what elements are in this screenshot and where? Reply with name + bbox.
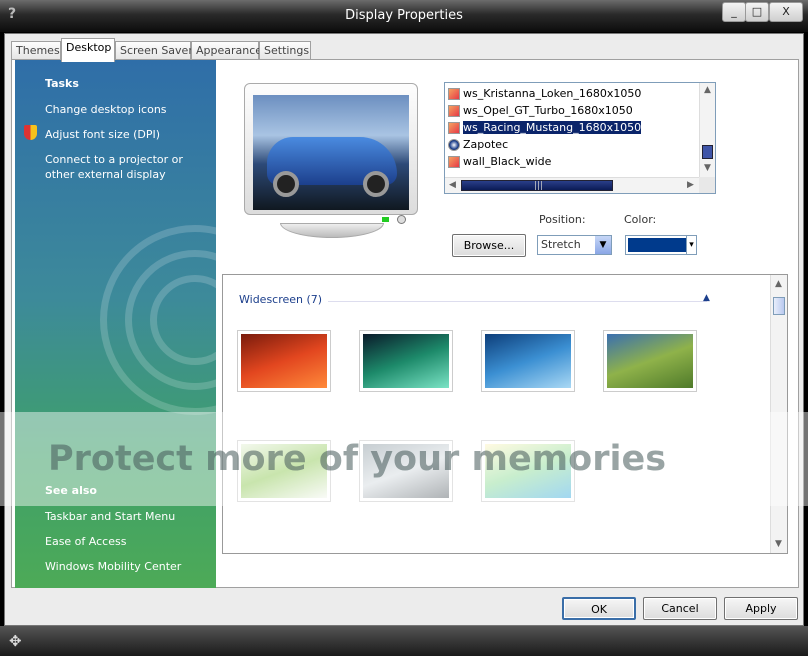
close-icon: X <box>782 5 790 18</box>
thumbnail-image <box>485 444 571 498</box>
desktop-panel: Tasks Change desktop icons Adjust font s… <box>11 59 799 588</box>
power-knob <box>397 215 406 224</box>
thumbnail-image <box>607 334 693 388</box>
maximize-icon: □ <box>751 5 763 18</box>
adjust-font-size-link[interactable]: Adjust font size (DPI) <box>45 127 215 142</box>
help-button[interactable]: _ <box>722 2 746 22</box>
status-bar: ✥ <box>0 626 808 656</box>
wallpaper-gallery: Widescreen (7) ▲ ▲ ▼ <box>222 274 788 554</box>
image-icon <box>448 87 460 100</box>
shield-icon <box>24 125 37 140</box>
theme-icon <box>448 138 460 151</box>
scroll-right-icon[interactable]: ▶ <box>683 178 698 193</box>
desktop-preview-image <box>253 95 409 210</box>
scroll-up-icon[interactable]: ▲ <box>771 277 786 292</box>
list-horizontal-scrollbar[interactable]: ◀ ||| ▶ <box>445 177 699 193</box>
title-bar: ? Display Properties _ □ X <box>0 0 808 33</box>
list-item-label: wall_Black_wide <box>463 155 552 168</box>
tab-screen-saver[interactable]: Screen Saver <box>115 41 193 61</box>
list-item[interactable]: ws_Opel_GT_Turbo_1680x1050 <box>448 103 633 118</box>
close-button[interactable]: X <box>769 2 803 22</box>
list-item-selected[interactable]: ws_Racing_Mustang_1680x1050 <box>448 120 643 135</box>
scroll-thumb[interactable]: ||| <box>461 180 613 191</box>
apply-button[interactable]: Apply <box>724 597 798 620</box>
task-sidebar: Tasks Change desktop icons Adjust font s… <box>15 60 216 588</box>
chevron-down-icon[interactable]: ▼ <box>595 236 611 254</box>
move-icon[interactable]: ✥ <box>9 632 22 650</box>
browse-button[interactable]: Browse... <box>452 234 526 257</box>
wallpaper-thumbnail[interactable] <box>237 330 331 392</box>
tab-themes[interactable]: Themes <box>11 41 61 61</box>
image-icon <box>448 104 460 117</box>
tab-appearance[interactable]: Appearance <box>191 41 262 61</box>
list-item-label: Zapotec <box>463 138 509 151</box>
monitor-preview <box>244 83 418 238</box>
wheel-shape <box>273 171 299 197</box>
wallpaper-thumbnail[interactable] <box>481 440 575 502</box>
thumbnail-image <box>241 444 327 498</box>
tab-desktop[interactable]: Desktop <box>61 38 115 62</box>
tab-settings[interactable]: Settings <box>259 41 311 61</box>
color-label: Color: <box>624 213 657 226</box>
scroll-left-icon[interactable]: ◀ <box>445 178 460 193</box>
image-icon <box>448 121 460 134</box>
taskbar-start-menu-link[interactable]: Taskbar and Start Menu <box>45 509 215 524</box>
wallpaper-thumbnail[interactable] <box>603 330 697 392</box>
wheel-shape <box>363 171 389 197</box>
cancel-button[interactable]: Cancel <box>643 597 717 620</box>
see-also-heading: See also <box>45 484 97 497</box>
position-value: Stretch <box>541 238 581 251</box>
ok-button[interactable]: OK <box>562 597 636 620</box>
maximize-button[interactable]: □ <box>745 2 769 22</box>
window-title: Display Properties <box>345 8 463 23</box>
chevron-down-icon[interactable]: ▾ <box>686 236 696 254</box>
list-item[interactable]: ws_Kristanna_Loken_1680x1050 <box>448 86 641 101</box>
scroll-down-icon[interactable]: ▼ <box>771 537 786 552</box>
list-item-label: ws_Racing_Mustang_1680x1050 <box>461 120 643 135</box>
wallpaper-thumbnail[interactable] <box>359 330 453 392</box>
minimize-icon: _ <box>731 5 737 18</box>
color-picker[interactable]: ▾ <box>625 235 697 255</box>
position-label: Position: <box>539 213 586 226</box>
position-dropdown[interactable]: Stretch ▼ <box>537 235 612 255</box>
scroll-thumb[interactable] <box>773 297 785 315</box>
thumbnail-image <box>241 334 327 388</box>
thumbnail-image <box>363 334 449 388</box>
collapse-icon[interactable]: ▲ <box>703 293 710 303</box>
gallery-scrollbar[interactable]: ▲ ▼ <box>770 275 787 553</box>
group-divider <box>328 301 707 302</box>
grip-icon: ||| <box>534 181 544 191</box>
scroll-down-icon[interactable]: ▼ <box>700 161 715 176</box>
thumbnail-image <box>485 334 571 388</box>
list-item[interactable]: Zapotec <box>448 137 508 152</box>
ease-of-access-link[interactable]: Ease of Access <box>45 534 215 549</box>
change-desktop-icons-link[interactable]: Change desktop icons <box>45 102 215 117</box>
group-header[interactable]: Widescreen (7) <box>239 293 322 306</box>
scroll-up-icon[interactable]: ▲ <box>700 83 715 98</box>
thumbnail-image <box>363 444 449 498</box>
dialog-body: Themes Desktop Screen Saver Appearance S… <box>4 33 804 626</box>
monitor-frame <box>244 83 418 224</box>
mobility-center-link[interactable]: Windows Mobility Center <box>45 559 215 574</box>
power-led <box>382 217 389 222</box>
list-item[interactable]: wall_Black_wide <box>448 154 551 169</box>
list-item-label: ws_Opel_GT_Turbo_1680x1050 <box>463 104 633 117</box>
color-swatch <box>628 238 686 252</box>
wallpaper-thumbnail[interactable] <box>359 440 453 502</box>
tasks-heading: Tasks <box>45 77 79 90</box>
background-list[interactable]: ws_Kristanna_Loken_1680x1050 ws_Opel_GT_… <box>444 82 716 194</box>
connect-projector-link[interactable]: Connect to a projector or other external… <box>45 152 215 182</box>
image-icon <box>448 155 460 168</box>
wallpaper-thumbnail[interactable] <box>237 440 331 502</box>
monitor-stand <box>280 223 384 238</box>
list-vertical-scrollbar[interactable]: ▲ ▼ <box>699 83 715 177</box>
wallpaper-thumbnail[interactable] <box>481 330 575 392</box>
scroll-thumb[interactable] <box>702 145 713 159</box>
list-item-label: ws_Kristanna_Loken_1680x1050 <box>463 87 642 100</box>
scroll-corner <box>699 177 715 193</box>
